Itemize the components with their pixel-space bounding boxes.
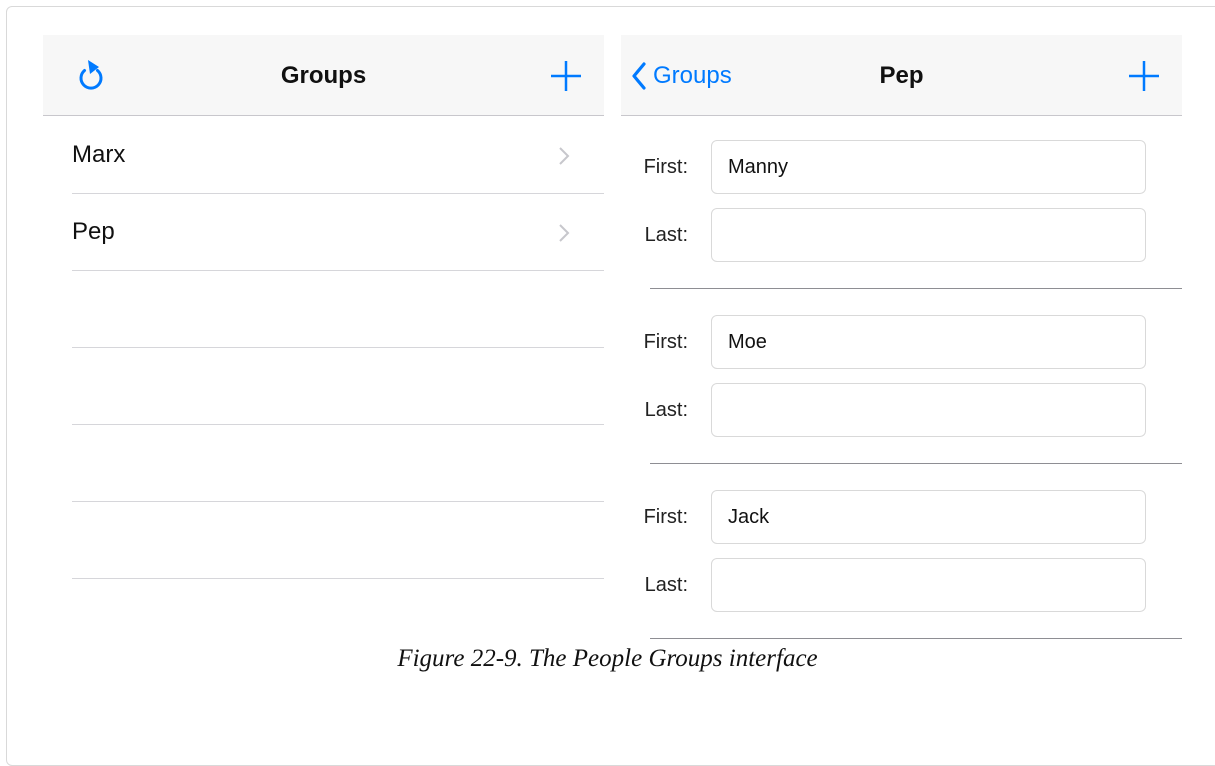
last-name-label: Last:: [644, 574, 688, 596]
empty-row: [72, 347, 604, 425]
group-detail-screen: Pep Groups First: Last: First: Last: Fi: [621, 35, 1182, 640]
last-name-field[interactable]: [711, 383, 1146, 437]
chevron-right-icon: [559, 147, 570, 165]
empty-row: [72, 501, 604, 579]
empty-row: [72, 424, 604, 502]
list-item-marx[interactable]: Marx: [72, 116, 604, 194]
last-name-label: Last:: [644, 224, 688, 246]
back-button[interactable]: Groups: [631, 35, 732, 116]
last-name-field[interactable]: [711, 558, 1146, 612]
first-name-label: First:: [643, 156, 688, 178]
cell-separator: [650, 463, 1182, 464]
add-person-button[interactable]: [1124, 35, 1164, 116]
list-item-label: Pep: [72, 218, 115, 245]
groups-screen: Groups Marx Pep: [43, 35, 604, 640]
first-name-label: First:: [643, 331, 688, 353]
add-group-button[interactable]: [546, 35, 586, 116]
first-name-label: First:: [643, 506, 688, 528]
figure-caption: Figure 22-9. The People Groups interface: [397, 645, 818, 672]
first-name-field[interactable]: [711, 490, 1146, 544]
last-name-label: Last:: [644, 399, 688, 421]
list-item-pep[interactable]: Pep: [72, 193, 604, 271]
last-name-field[interactable]: [711, 208, 1146, 262]
detail-navbar: Pep Groups: [621, 35, 1182, 116]
plus-icon: [551, 60, 581, 91]
first-name-field[interactable]: [711, 140, 1146, 194]
page-title: Groups: [280, 62, 367, 89]
first-name-field[interactable]: [711, 315, 1146, 369]
cell-separator: [650, 288, 1182, 289]
chevron-left-icon: [632, 61, 646, 90]
back-button-label: Groups: [653, 61, 732, 89]
empty-row: [72, 270, 604, 348]
chevron-right-icon: [559, 224, 570, 242]
groups-navbar: Groups: [43, 35, 604, 116]
list-item-label: Marx: [72, 141, 126, 168]
cell-separator: [650, 638, 1182, 639]
plus-icon: [1129, 60, 1159, 91]
